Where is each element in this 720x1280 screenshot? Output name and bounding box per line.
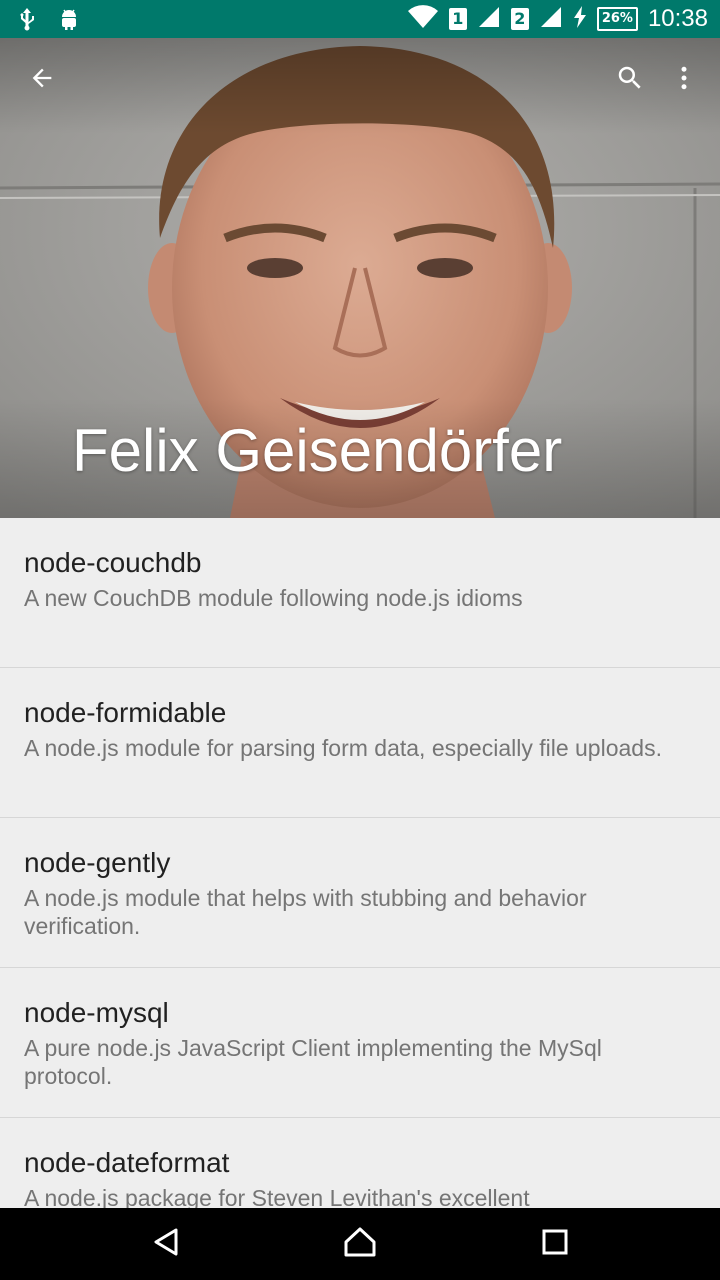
repo-name: node-mysql <box>24 997 169 1028</box>
profile-name: Felix Geisendörfer <box>72 417 563 484</box>
repo-list[interactable]: node-couchdb A new CouchDB module follow… <box>0 518 720 1208</box>
sim1-badge: 1 <box>448 8 467 30</box>
list-item[interactable]: node-gently A node.js module that helps … <box>0 818 720 968</box>
repo-description: A node.js module for parsing form data, … <box>24 735 662 761</box>
signal-icon <box>477 5 501 33</box>
wifi-icon <box>407 4 439 34</box>
repo-name: node-formidable <box>24 697 227 728</box>
repo-name: node-couchdb <box>24 547 202 578</box>
signal-icon <box>539 5 563 33</box>
profile-header: Felix Geisendörfer <box>0 38 720 518</box>
repo-description: A pure node.js JavaScript Client impleme… <box>24 1035 602 1089</box>
search-button[interactable] <box>606 56 654 104</box>
status-bar: 1 2 26% 10:38 <box>0 0 720 38</box>
sim2-badge: 2 <box>510 8 529 30</box>
list-item[interactable]: node-formidable A node.js module for par… <box>0 668 720 818</box>
nav-home-icon <box>343 1227 377 1262</box>
nav-back-icon <box>152 1227 180 1262</box>
repo-name: node-gently <box>24 847 171 878</box>
android-debug-icon <box>58 7 80 35</box>
back-button[interactable] <box>18 56 66 104</box>
repo-description: A node.js module that helps with stubbin… <box>24 885 587 939</box>
usb-icon <box>16 7 38 35</box>
repo-name: node-dateformat <box>24 1147 230 1178</box>
list-item[interactable]: node-dateformat A node.js package for St… <box>0 1118 720 1208</box>
charging-icon <box>573 6 587 32</box>
nav-recents-button[interactable] <box>531 1220 579 1268</box>
repo-description: A new CouchDB module following node.js i… <box>24 585 523 611</box>
arrow-back-icon <box>28 64 56 97</box>
more-vert-icon <box>669 63 699 98</box>
navigation-bar <box>0 1208 720 1280</box>
more-options-button[interactable] <box>660 56 708 104</box>
battery-icon: 26% <box>596 7 638 31</box>
nav-recents-icon <box>541 1228 569 1261</box>
nav-back-button[interactable] <box>142 1220 190 1268</box>
clock: 10:38 <box>647 5 708 32</box>
list-item[interactable]: node-couchdb A new CouchDB module follow… <box>0 518 720 668</box>
search-icon <box>615 63 645 98</box>
nav-home-button[interactable] <box>336 1220 384 1268</box>
list-item[interactable]: node-mysql A pure node.js JavaScript Cli… <box>0 968 720 1118</box>
battery-level: 26% <box>601 11 633 26</box>
repo-description: A node.js package for Steven Levithan's … <box>24 1185 530 1208</box>
